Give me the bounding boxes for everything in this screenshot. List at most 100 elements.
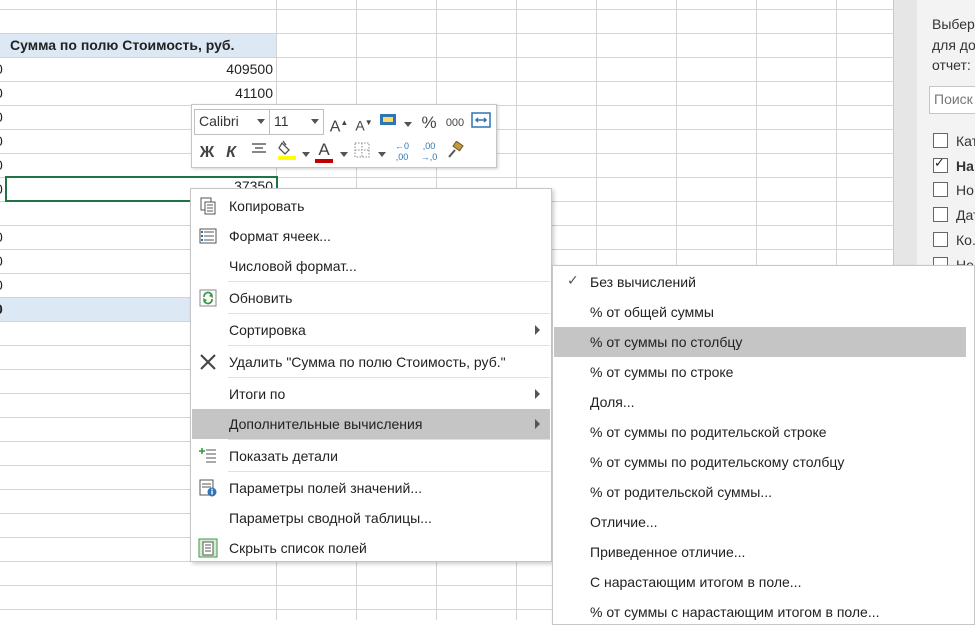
fill-color-icon[interactable] (276, 139, 298, 163)
submenu-item-label: Приведенное отличие... (590, 544, 746, 560)
menu-item-format-cells[interactable]: Формат ячеек... (192, 221, 550, 251)
field-checkbox[interactable] (933, 133, 948, 148)
field-list-item[interactable]: Дат (933, 207, 975, 227)
menu-item-copy[interactable]: Копировать (192, 191, 550, 221)
submenu-item-percent-difference[interactable]: Приведенное отличие... (554, 537, 966, 567)
font-name-value: Calibri (199, 113, 239, 129)
menu-item-refresh[interactable]: Обновить (192, 283, 550, 313)
row-label-cell[interactable]: 0 (0, 225, 3, 249)
refresh-icon (199, 289, 217, 307)
field-search-input[interactable]: Поиск (929, 86, 975, 114)
menu-item-show-details[interactable]: Показать детали (192, 441, 550, 471)
pivot-value-header[interactable]: Сумма по полю Стоимость, руб. (10, 33, 234, 57)
menu-item-label: Числовой формат... (229, 258, 357, 274)
menu-item-label: Обновить (229, 290, 293, 306)
menu-item-label: Копировать (229, 198, 305, 214)
context-menu: Копировать Формат ячеек... Числовой форм… (190, 188, 552, 562)
field-list-item[interactable]: Но (933, 182, 974, 202)
menu-item-delete-field[interactable]: Удалить "Сумма по полю Стоимость, руб." (192, 347, 550, 377)
submenu-item-label: С нарастающим итогом в поле... (590, 574, 802, 590)
total-row-label-cell[interactable]: 0 (0, 297, 3, 321)
copy-icon (200, 197, 216, 215)
chevron-down-icon[interactable] (302, 152, 310, 157)
submenu-item-difference[interactable]: Отличие... (554, 507, 966, 537)
submenu-item-percent-running-total[interactable]: % от суммы с нарастающим итогом в поле..… (554, 597, 966, 624)
value-cell[interactable]: 409500 (180, 57, 273, 81)
increase-font-icon[interactable]: A▲ (329, 111, 349, 135)
field-label: Ко. (956, 232, 975, 248)
submenu-item-percent-parent-total[interactable]: % от родительской суммы... (554, 477, 966, 507)
menu-item-value-field-settings[interactable]: Параметры полей значений... (192, 473, 550, 503)
menu-item-show-values-as[interactable]: Дополнительные вычисления (192, 409, 550, 439)
field-label: На (956, 158, 974, 174)
field-checkbox[interactable] (933, 182, 948, 197)
format-painter-icon[interactable] (444, 140, 466, 165)
submenu-item-percent-column-total[interactable]: % от суммы по столбцу (554, 327, 966, 357)
chevron-down-icon[interactable] (404, 122, 412, 127)
row-label-cell[interactable]: 0 (0, 105, 3, 129)
increase-decimal-icon[interactable]: ←0,00 (390, 141, 414, 165)
format-cells-icon (199, 228, 217, 244)
percent-style-button[interactable]: % (418, 111, 440, 135)
row-label-cell[interactable]: 0 (0, 249, 3, 273)
thousands-separator-button[interactable]: 000 (443, 111, 467, 135)
submenu-item-percent-parent-row[interactable]: % от суммы по родительской строке (554, 417, 966, 447)
align-center-icon[interactable] (248, 141, 270, 165)
field-checkbox[interactable] (933, 207, 948, 222)
row-label-cell[interactable]: 0 (0, 81, 3, 105)
field-label: Дат (956, 207, 975, 223)
bold-button[interactable]: Ж (198, 141, 216, 165)
field-label: Но (956, 182, 974, 198)
chevron-down-icon (311, 119, 319, 124)
submenu-item-percent-parent-column[interactable]: % от суммы по родительскому столбцу (554, 447, 966, 477)
submenu-item-running-total[interactable]: С нарастающим итогом в поле... (554, 567, 966, 597)
number-format-icon[interactable] (378, 111, 400, 135)
menu-item-label: Дополнительные вычисления (229, 416, 423, 432)
submenu-item-label: % от суммы с нарастающим итогом в поле..… (590, 604, 880, 620)
menu-separator (228, 471, 550, 472)
row-label-cell[interactable]: 0 (0, 273, 3, 297)
row-label-cell[interactable]: 0 (0, 57, 3, 81)
delete-icon (200, 354, 216, 370)
submenu-item-label: % от суммы по строке (590, 364, 734, 380)
value-cell[interactable]: 41100 (180, 81, 273, 105)
field-checkbox[interactable] (933, 232, 948, 247)
submenu-item-percent-grand-total[interactable]: % от общей суммы (554, 297, 966, 327)
field-list-icon (198, 538, 218, 558)
submenu-item-percent-of[interactable]: Доля... (554, 387, 966, 417)
italic-button[interactable]: К (222, 141, 240, 165)
pane-description-line: для до (932, 37, 975, 53)
chevron-down-icon (257, 119, 265, 124)
submenu-item-percent-row-total[interactable]: % от суммы по строке (554, 357, 966, 387)
submenu-item-label: Доля... (590, 394, 635, 410)
row-label-cell[interactable]: 0 (0, 177, 3, 201)
menu-item-label: Показать детали (229, 448, 338, 464)
row-label-cell[interactable]: 0 (0, 129, 3, 153)
checkmark-icon: ✓ (567, 272, 579, 288)
field-list-item[interactable]: Кат (933, 133, 975, 153)
row-gridline (0, 81, 893, 82)
menu-item-label: Сортировка (229, 322, 306, 338)
field-list-item[interactable]: Ко. (933, 232, 975, 252)
row-label-cell[interactable]: 0 (0, 153, 3, 177)
font-color-icon[interactable]: A (313, 138, 335, 163)
field-checkbox[interactable] (933, 155, 948, 173)
menu-item-sort[interactable]: Сортировка (192, 315, 550, 345)
font-name-dropdown[interactable]: Calibri (194, 109, 270, 135)
menu-item-summarize-by[interactable]: Итоги по (192, 379, 550, 409)
font-size-dropdown[interactable]: 11 (269, 109, 324, 135)
submenu-item-no-calculation[interactable]: ✓ Без вычислений (554, 267, 966, 297)
submenu-item-label: % от родительской суммы... (590, 484, 773, 500)
submenu-arrow-icon (535, 389, 540, 399)
chevron-down-icon[interactable] (340, 152, 348, 157)
menu-item-hide-field-list[interactable]: Скрыть список полей (192, 533, 550, 563)
decrease-font-icon[interactable]: A▼ (354, 111, 374, 135)
chevron-down-icon[interactable] (378, 152, 386, 157)
decrease-decimal-icon[interactable]: ,00 →,0 (417, 141, 441, 165)
menu-item-pivot-options[interactable]: Параметры сводной таблицы... (192, 503, 550, 533)
borders-icon[interactable] (351, 141, 373, 165)
menu-item-label: Итоги по (229, 386, 286, 402)
menu-item-number-format[interactable]: Числовой формат... (192, 251, 550, 281)
merge-center-icon[interactable] (469, 111, 493, 135)
field-list-item[interactable]: На (933, 155, 974, 178)
